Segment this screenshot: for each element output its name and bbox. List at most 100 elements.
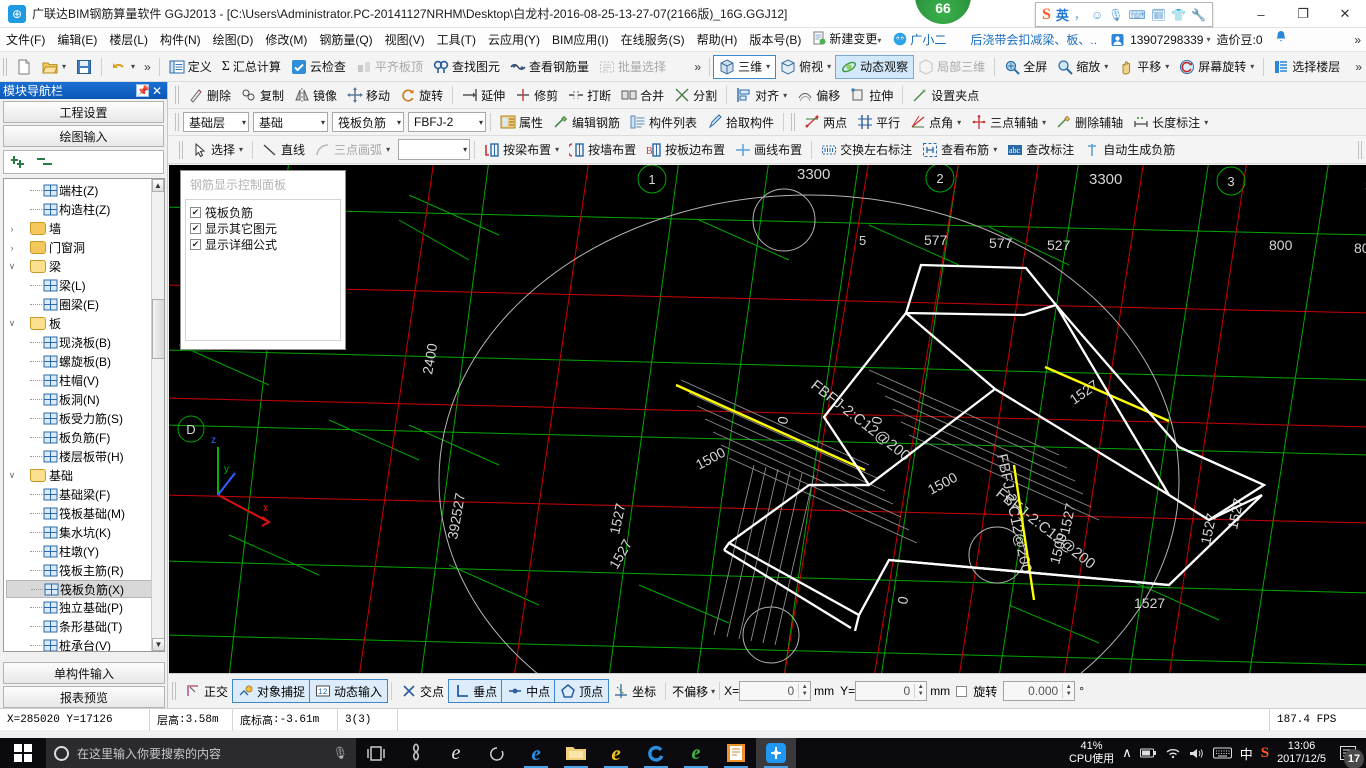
tree-folder[interactable]: › 墙 bbox=[6, 219, 164, 238]
open-file-button[interactable]: ▾ bbox=[37, 56, 71, 78]
fullscreen-button[interactable]: 全屏 bbox=[999, 56, 1052, 78]
toolbar1-overflow-left[interactable]: » bbox=[140, 60, 155, 74]
sogou-tray-icon[interactable]: S bbox=[1261, 745, 1269, 762]
view-rebar-layout-button[interactable]: 查看布筋 ▾ bbox=[917, 139, 1002, 161]
new-file-button[interactable] bbox=[11, 56, 37, 78]
wifi-icon[interactable] bbox=[1165, 747, 1181, 759]
menu-item-member[interactable]: 构件(N) bbox=[154, 28, 207, 52]
tree-item[interactable]: 筏板基础(M) bbox=[6, 504, 164, 523]
merge-button[interactable]: 合并 bbox=[616, 84, 669, 106]
cloud-check-button[interactable]: 云检查 bbox=[286, 56, 351, 78]
ime-mic-icon[interactable]: 🎙 bbox=[1108, 8, 1123, 22]
layout-toolbar-grip[interactable] bbox=[179, 140, 184, 159]
tree-item[interactable]: 基础梁(F) bbox=[6, 485, 164, 504]
rotate-input[interactable]: 0.000 ▲ ▼ bbox=[1003, 681, 1076, 701]
point-angle-axis-button[interactable]: 点角 ▾ bbox=[905, 111, 966, 133]
select-tool-button[interactable]: 选择 ▾ bbox=[187, 139, 248, 161]
report-preview-button[interactable]: 报表预览 bbox=[3, 686, 165, 708]
ime-lang-icon[interactable]: 英 bbox=[1056, 5, 1069, 24]
top-view-button[interactable]: 俯视 ▾ bbox=[775, 56, 836, 78]
checkbox-row-show-other-elements[interactable]: ✔ 显示其它图元 bbox=[190, 220, 340, 236]
toolbar-grip[interactable] bbox=[3, 57, 8, 76]
menu-item-rebar-qty[interactable]: 钢筋量(Q) bbox=[313, 28, 378, 52]
tree-item[interactable]: 螺旋板(B) bbox=[6, 352, 164, 371]
ime-language-indicator[interactable]: 中 bbox=[1240, 744, 1253, 763]
tree-scroll-thumb[interactable] bbox=[152, 299, 164, 359]
tree-item[interactable]: 板洞(N) bbox=[6, 390, 164, 409]
menu-item-view[interactable]: 视图(V) bbox=[379, 28, 431, 52]
floor-combo[interactable]: 基础层 ▾ bbox=[183, 112, 249, 132]
taskbar-clock[interactable]: 13:06 2017/12/5 bbox=[1277, 740, 1326, 766]
menu-item-file[interactable]: 文件(F) bbox=[0, 28, 51, 52]
two-point-axis-button[interactable]: 两点 bbox=[799, 111, 852, 133]
batch-select-button[interactable]: 批量选择 bbox=[594, 56, 671, 78]
tree-item[interactable]: 桩承台(V) bbox=[6, 636, 164, 651]
tree-item[interactable]: 梁(L) bbox=[6, 276, 164, 295]
layout-toolbar-grip-end[interactable] bbox=[1358, 140, 1363, 159]
chevron-right-icon[interactable]: › bbox=[6, 224, 18, 234]
offset-button[interactable]: 偏移 bbox=[792, 84, 845, 106]
trim-button[interactable]: 修剪 bbox=[510, 84, 563, 106]
tree-item[interactable]: 筏板负筋(X) bbox=[6, 580, 164, 598]
tree-item[interactable]: 圈梁(E) bbox=[6, 295, 164, 314]
tree-item[interactable]: 板负筋(F) bbox=[6, 428, 164, 447]
tree-item[interactable]: 筏板主筋(R) bbox=[6, 561, 164, 580]
select-floor-button[interactable]: 选择楼层 bbox=[1268, 56, 1345, 78]
expand-all-icon[interactable] bbox=[11, 154, 29, 170]
taskbar-file-explorer-button[interactable] bbox=[556, 738, 596, 768]
rebar-display-control-panel[interactable]: 钢筋显示控制面板 ✔ 筏板负筋 ✔ 显示其它图元 ✔ 显示详细公式 bbox=[180, 170, 346, 350]
close-button[interactable]: ✕ bbox=[1324, 0, 1366, 28]
define-button[interactable]: 定义 bbox=[164, 56, 217, 78]
new-change-button[interactable]: 新建变更▾ bbox=[807, 27, 887, 53]
taskbar-browser-green-button[interactable]: e bbox=[676, 738, 716, 768]
mirror-button[interactable]: 镜像 bbox=[289, 84, 342, 106]
ime-floating-bar[interactable]: S 英 ， ☺ 🎙 ⌨ 🗓 👕 🔧 bbox=[1035, 2, 1213, 27]
mic-icon[interactable]: 🎙 bbox=[333, 746, 348, 760]
taskbar-ie-button[interactable]: e bbox=[596, 738, 636, 768]
edit-dimension-button[interactable]: abc 查改标注 bbox=[1002, 139, 1079, 161]
tree-scroll-down-button[interactable]: ▼ bbox=[152, 638, 164, 651]
checkbox-row-raft-negative-rebar[interactable]: ✔ 筏板负筋 bbox=[190, 204, 340, 220]
break-button[interactable]: 打断 bbox=[563, 84, 616, 106]
edit-rebar-button[interactable]: 编辑钢筋 bbox=[548, 111, 625, 133]
ortho-toggle[interactable]: 正交 bbox=[180, 680, 233, 702]
stretch-button[interactable]: 拉伸 bbox=[845, 84, 898, 106]
midpoint-snap-toggle[interactable]: 中点 bbox=[501, 679, 557, 703]
tree-item[interactable]: 端柱(Z) bbox=[6, 181, 164, 200]
menu-item-draw[interactable]: 绘图(D) bbox=[207, 28, 260, 52]
tree-folder[interactable]: ∨ 基础 bbox=[6, 466, 164, 485]
checkbox-icon[interactable]: ✔ bbox=[190, 238, 201, 250]
pick-member-button[interactable]: 拾取构件 bbox=[702, 111, 779, 133]
tree-item[interactable]: 柱帽(V) bbox=[6, 371, 164, 390]
menu-item-bim-app[interactable]: BIM应用(I) bbox=[546, 28, 615, 52]
draw-input-button[interactable]: 绘图输入 bbox=[3, 125, 164, 147]
ime-calendar-icon[interactable]: 🗓 bbox=[1151, 8, 1166, 22]
menu-item-tools[interactable]: 工具(T) bbox=[431, 28, 482, 52]
menu-item-online-service[interactable]: 在线服务(S) bbox=[615, 28, 691, 52]
ime-keyboard-icon[interactable]: ⌨ bbox=[1128, 8, 1145, 22]
align-button[interactable]: 对齐 ▾ bbox=[731, 84, 792, 106]
rotate-checkbox[interactable] bbox=[956, 685, 968, 697]
tree-item[interactable]: 柱墩(Y) bbox=[6, 542, 164, 561]
local-3d-button[interactable]: 局部三维 bbox=[913, 56, 990, 78]
menu-item-floor[interactable]: 楼层(L) bbox=[103, 28, 154, 52]
ime-smiley-icon[interactable]: ☺ bbox=[1091, 8, 1103, 22]
menu-item-edit[interactable]: 编辑(E) bbox=[51, 28, 103, 52]
find-element-button[interactable]: 查找图元 bbox=[428, 56, 505, 78]
three-point-arc-button[interactable]: 三点画弧 ▾ bbox=[310, 139, 395, 161]
tree-item[interactable]: 板受力筋(S) bbox=[6, 409, 164, 428]
save-file-button[interactable] bbox=[71, 56, 97, 78]
menu-item-modify[interactable]: 修改(M) bbox=[259, 28, 313, 52]
volume-icon[interactable] bbox=[1189, 747, 1205, 760]
chevron-down-icon[interactable]: ∨ bbox=[6, 318, 18, 329]
promo-banner[interactable]: 后浇带会扣减梁、板、.. bbox=[970, 31, 1097, 48]
delete-button[interactable]: 删除 bbox=[183, 84, 236, 106]
member-toolbar-grip[interactable] bbox=[175, 113, 180, 131]
pan-button[interactable]: 平移 ▾ bbox=[1113, 56, 1174, 78]
checkbox-icon[interactable]: ✔ bbox=[190, 222, 201, 234]
checkbox-row-show-detailed-formula[interactable]: ✔ 显示详细公式 bbox=[190, 236, 340, 252]
perpendicular-snap-toggle[interactable]: 垂点 bbox=[448, 679, 504, 703]
member-name-combo[interactable]: FBFJ-2 ▾ bbox=[408, 112, 486, 132]
taskbar-onenote-button[interactable] bbox=[396, 738, 436, 768]
menu-item-version[interactable]: 版本号(B) bbox=[743, 28, 807, 52]
